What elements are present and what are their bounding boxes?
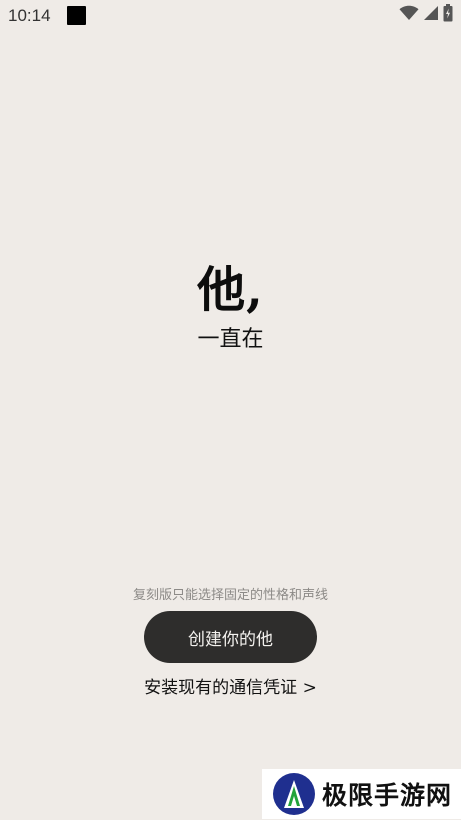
jixian-logo-icon <box>272 772 316 816</box>
watermark: 极限手游网 <box>262 769 461 819</box>
create-your-him-button[interactable]: 创建你的他 <box>144 611 317 663</box>
battery-icon <box>443 4 453 26</box>
notification-square-icon <box>67 6 86 25</box>
hero-subtitle: 一直在 <box>197 327 264 352</box>
signal-icon <box>423 5 439 25</box>
install-credential-link[interactable]: 安装现有的通信凭证 > <box>0 673 461 698</box>
hero-title: 他, <box>197 262 264 318</box>
wifi-icon <box>399 5 419 25</box>
status-bar: 10:14 <box>0 0 461 32</box>
watermark-text: 极限手游网 <box>322 781 453 810</box>
fixed-personality-hint: 复刻版只能选择固定的性格和声线 <box>132 588 328 603</box>
status-icons <box>399 4 453 26</box>
status-time: 10:14 <box>8 6 51 25</box>
